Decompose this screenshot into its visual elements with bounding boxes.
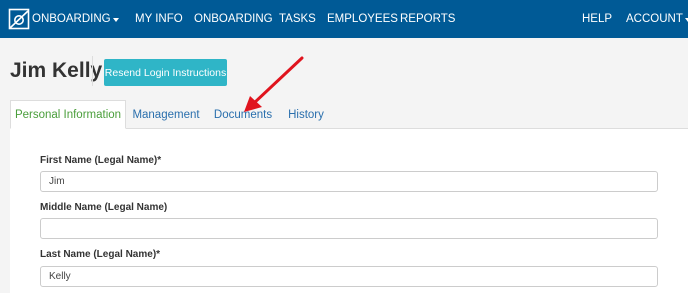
annotation-arrow-icon	[244, 56, 304, 112]
